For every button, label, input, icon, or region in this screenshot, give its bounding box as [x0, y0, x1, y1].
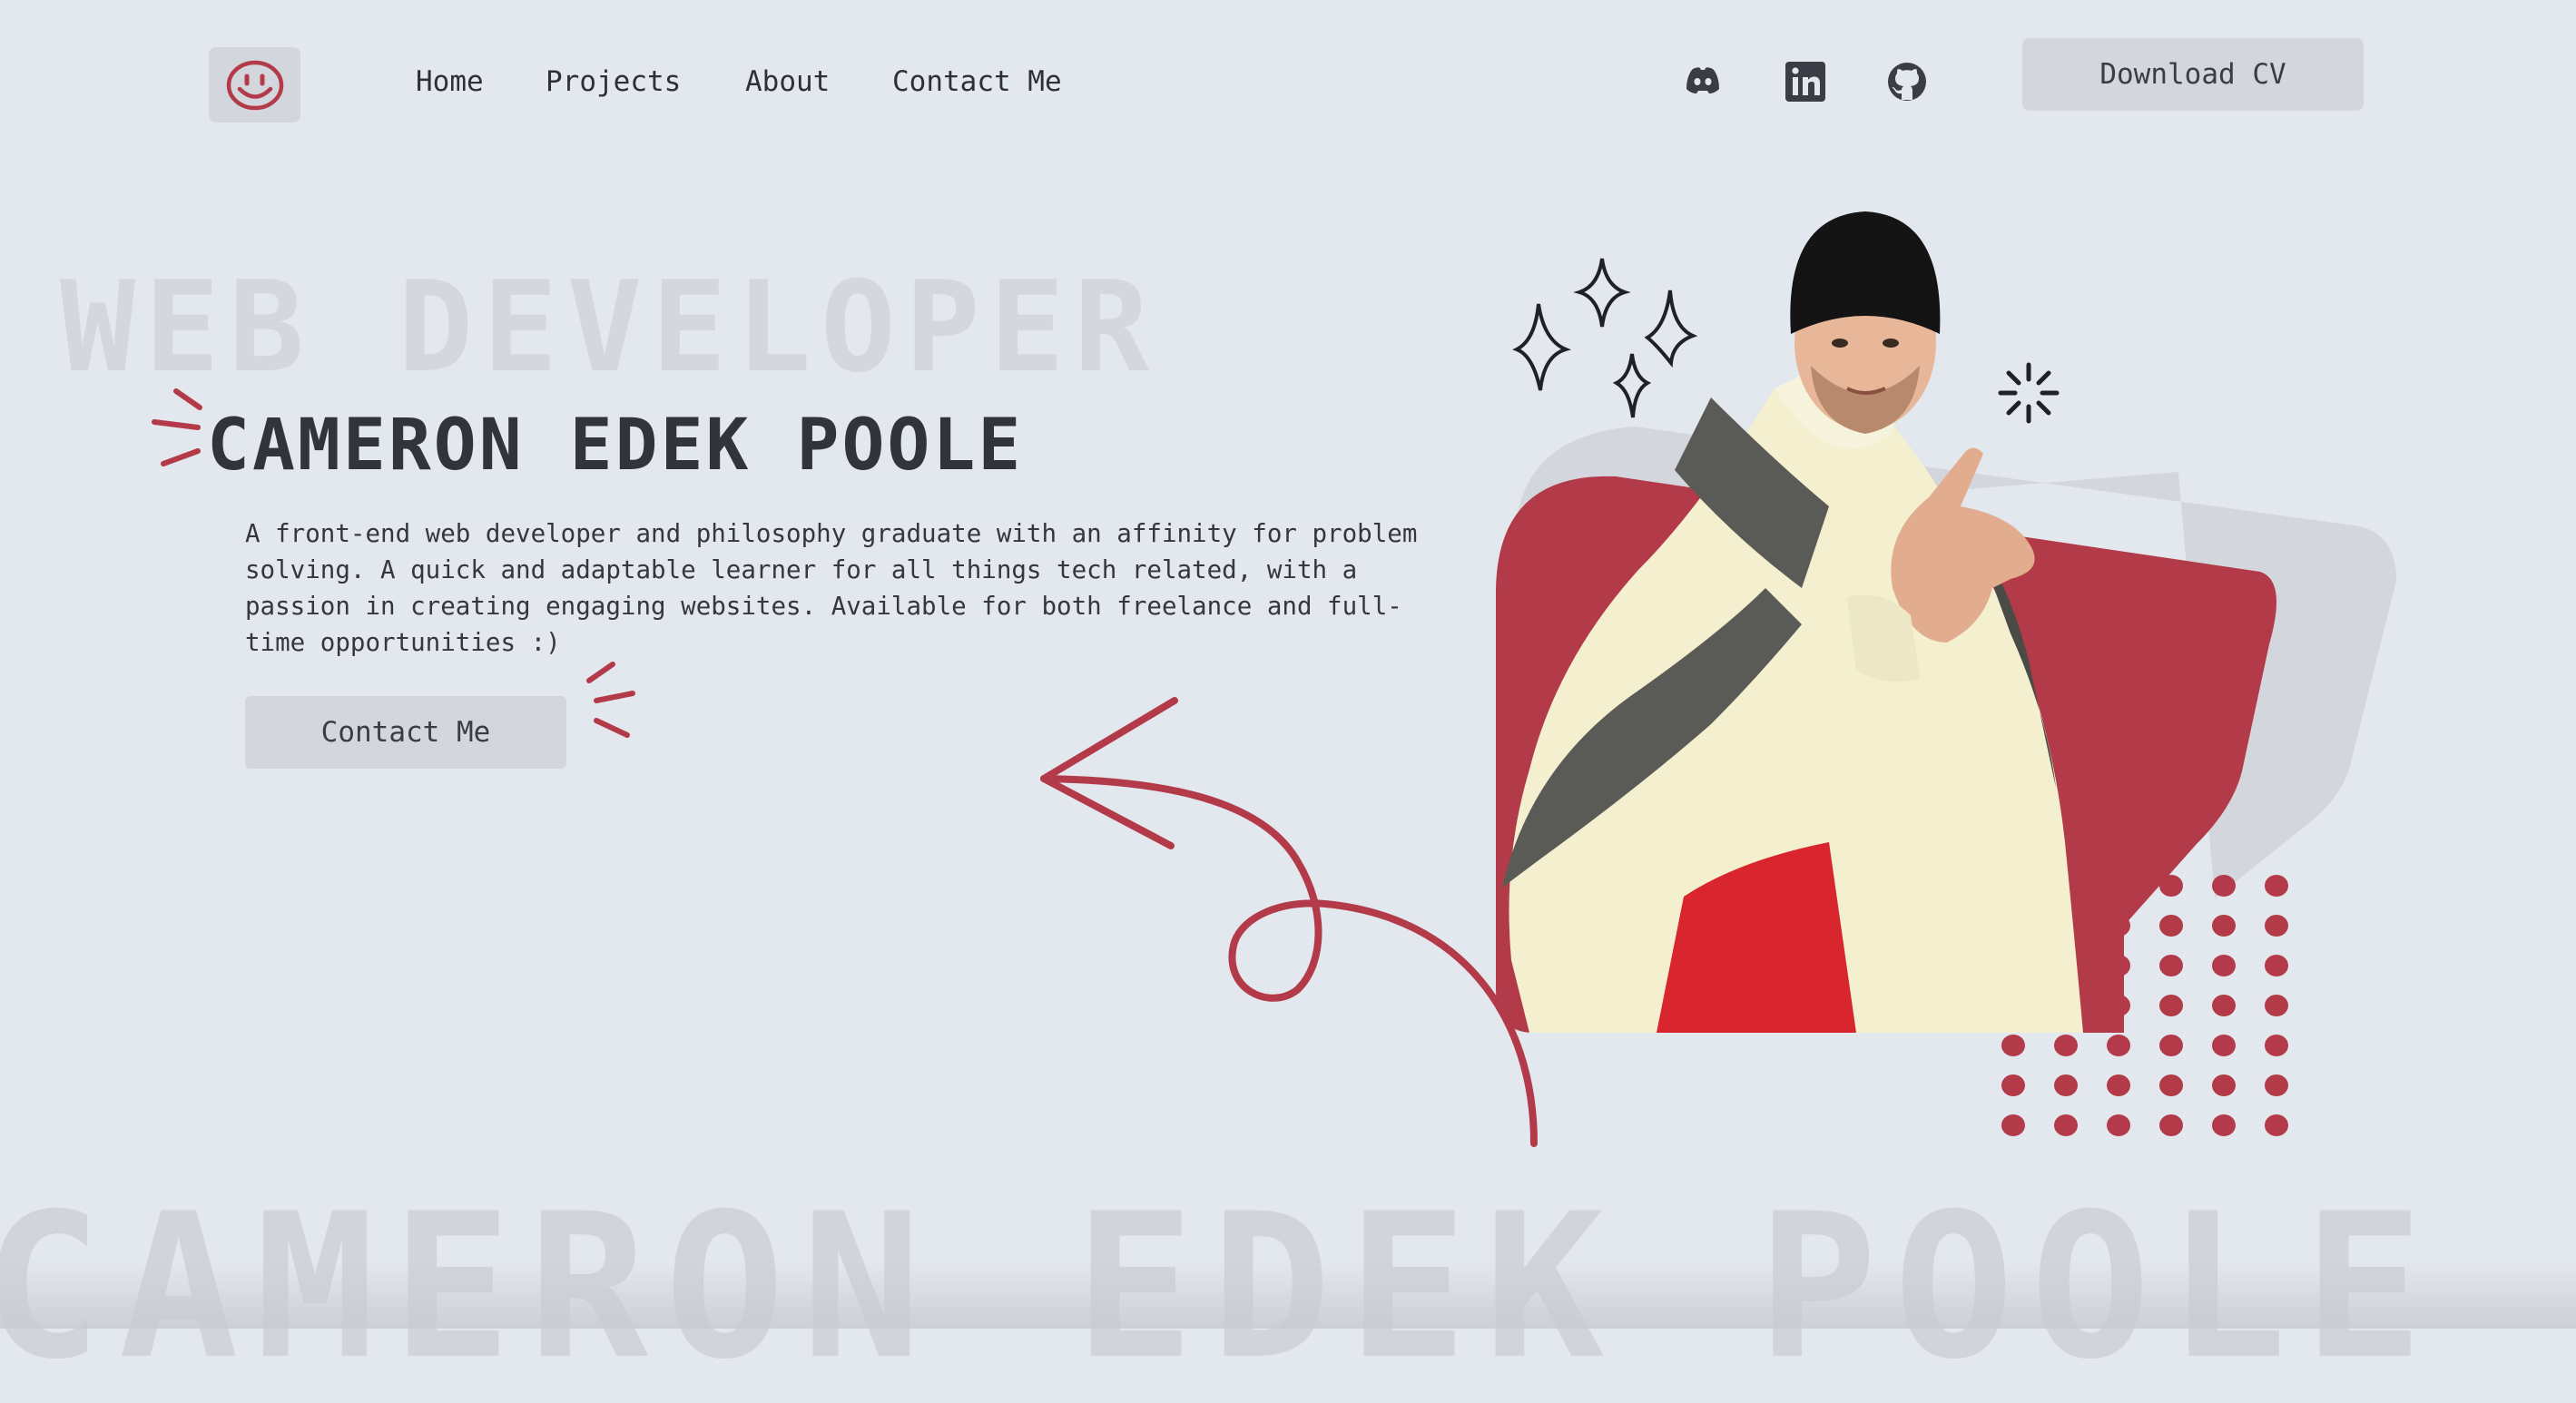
nav-home[interactable]: Home: [416, 65, 484, 98]
dot: [2265, 955, 2288, 976]
sparkles-icon: [1512, 258, 1698, 418]
background-role-text: WEB DEVELOPER: [60, 254, 1159, 400]
linkedin-icon[interactable]: [1784, 60, 1827, 103]
dot: [2212, 915, 2236, 937]
dot: [2159, 915, 2183, 937]
dot: [2265, 875, 2288, 897]
dot: [2001, 1074, 2025, 1096]
dot: [2212, 875, 2236, 897]
dot: [2265, 1074, 2288, 1096]
dot: [2265, 1035, 2288, 1056]
dot: [2054, 1074, 2078, 1096]
dot: [2107, 995, 2130, 1016]
dot: [2159, 1114, 2183, 1136]
nav-projects[interactable]: Projects: [546, 65, 681, 98]
dot: [2159, 1035, 2183, 1056]
dot: [2107, 1074, 2130, 1096]
dot: [2107, 955, 2130, 976]
accent-strokes-icon: [152, 388, 202, 466]
dot: [2054, 1114, 2078, 1136]
dot: [2265, 1114, 2288, 1136]
github-icon[interactable]: [1885, 60, 1929, 103]
dot: [2212, 1114, 2236, 1136]
dot: [2107, 915, 2130, 937]
contact-me-button[interactable]: Contact Me: [245, 696, 566, 769]
download-cv-button[interactable]: Download CV: [2022, 38, 2364, 111]
dot: [2159, 875, 2183, 897]
dot: [2107, 1114, 2130, 1136]
hero-name: CAMERON EDEK POOLE: [207, 405, 1024, 486]
dot: [2107, 1035, 2130, 1056]
dot: [2212, 955, 2236, 976]
nav-about[interactable]: About: [745, 65, 830, 98]
burst-icon: [1998, 362, 2060, 424]
discord-icon[interactable]: [1681, 60, 1725, 103]
dot: [2001, 1114, 2025, 1136]
dot: [2212, 1035, 2236, 1056]
dot: [2212, 1074, 2236, 1096]
dot: [2159, 955, 2183, 976]
dot: [2001, 1035, 2025, 1056]
dot: [2054, 1035, 2078, 1056]
nav-contact-me[interactable]: Contact Me: [892, 65, 1062, 98]
hero-bio: A front-end web developer and philosophy…: [245, 519, 1418, 657]
dot-grid-decoration: [2001, 875, 2288, 1136]
dot: [2159, 995, 2183, 1016]
logo-button[interactable]: [209, 47, 300, 123]
smiley-face-icon: [226, 60, 283, 110]
bottom-fade: [0, 1261, 2576, 1329]
dot: [2265, 915, 2288, 937]
dot: [2212, 995, 2236, 1016]
accent-strokes-icon: [586, 662, 635, 738]
dot: [2265, 995, 2288, 1016]
curly-arrow-icon: [1040, 697, 1538, 1147]
dot: [2159, 1074, 2183, 1096]
